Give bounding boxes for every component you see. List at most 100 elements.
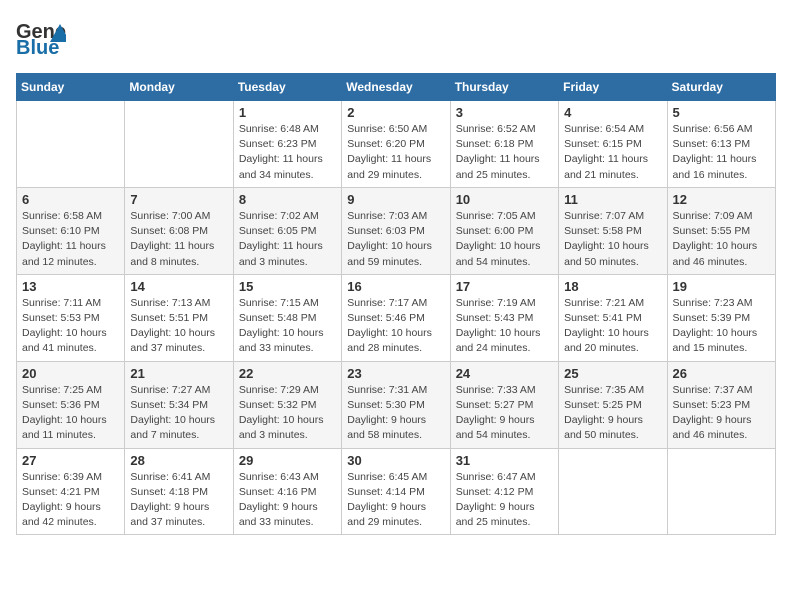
day-info: Sunrise: 6:47 AMSunset: 4:12 PMDaylight:…	[456, 470, 553, 531]
calendar-cell	[667, 448, 775, 535]
calendar-cell: 25Sunrise: 7:35 AMSunset: 5:25 PMDayligh…	[559, 361, 667, 448]
weekday-header: Friday	[559, 74, 667, 101]
calendar-cell: 13 Sunrise: 7:11 AMSunset: 5:53 PMDayligh…	[17, 274, 125, 361]
calendar-cell	[559, 448, 667, 535]
day-info: Sunrise: 7:00 AMSunset: 6:08 PMDaylight:…	[130, 209, 227, 270]
day-number: 18	[564, 279, 661, 294]
day-number: 20	[22, 366, 119, 381]
day-number: 15	[239, 279, 336, 294]
day-info: Sunrise: 6:52 AMSunset: 6:18 PMDaylight:…	[456, 122, 553, 183]
day-info: Sunrise: 7:37 AMSunset: 5:23 PMDaylight:…	[673, 383, 770, 444]
calendar-cell: 8 Sunrise: 7:02 AMSunset: 6:05 PMDaylight…	[233, 187, 341, 274]
day-number: 14	[130, 279, 227, 294]
day-number: 27	[22, 453, 119, 468]
weekday-header: Wednesday	[342, 74, 450, 101]
day-number: 28	[130, 453, 227, 468]
calendar-cell	[17, 101, 125, 188]
calendar-cell: 14 Sunrise: 7:13 AMSunset: 5:51 PMDayligh…	[125, 274, 233, 361]
day-info: Sunrise: 7:33 AMSunset: 5:27 PMDaylight:…	[456, 383, 553, 444]
calendar-week-row: 20 Sunrise: 7:25 AMSunset: 5:36 PMDayligh…	[17, 361, 776, 448]
day-info: Sunrise: 7:25 AMSunset: 5:36 PMDaylight:…	[22, 383, 119, 444]
day-info: Sunrise: 7:19 AMSunset: 5:43 PMDaylight:…	[456, 296, 553, 357]
calendar-cell: 10Sunrise: 7:05 AMSunset: 6:00 PMDayligh…	[450, 187, 558, 274]
day-number: 23	[347, 366, 444, 381]
day-info: Sunrise: 6:43 AMSunset: 4:16 PMDaylight:…	[239, 470, 336, 531]
day-info: Sunrise: 6:41 AMSunset: 4:18 PMDaylight:…	[130, 470, 227, 531]
calendar-week-row: 27 Sunrise: 6:39 AMSunset: 4:21 PMDayligh…	[17, 448, 776, 535]
calendar-cell: 28 Sunrise: 6:41 AMSunset: 4:18 PMDayligh…	[125, 448, 233, 535]
calendar-cell: 11 Sunrise: 7:07 AMSunset: 5:58 PMDayligh…	[559, 187, 667, 274]
calendar-cell: 5 Sunrise: 6:56 AMSunset: 6:13 PMDaylight…	[667, 101, 775, 188]
day-number: 19	[673, 279, 770, 294]
day-number: 22	[239, 366, 336, 381]
day-info: Sunrise: 7:35 AMSunset: 5:25 PMDaylight:…	[564, 383, 661, 444]
day-number: 2	[347, 105, 444, 120]
day-info: Sunrise: 6:56 AMSunset: 6:13 PMDaylight:…	[673, 122, 770, 183]
calendar-cell: 15 Sunrise: 7:15 AMSunset: 5:48 PMDayligh…	[233, 274, 341, 361]
day-info: Sunrise: 6:54 AMSunset: 6:15 PMDaylight:…	[564, 122, 661, 183]
day-info: Sunrise: 6:39 AMSunset: 4:21 PMDaylight:…	[22, 470, 119, 531]
calendar-cell	[125, 101, 233, 188]
day-number: 5	[673, 105, 770, 120]
day-info: Sunrise: 7:11 AMSunset: 5:53 PMDaylight:…	[22, 296, 119, 357]
calendar-cell: 23 Sunrise: 7:31 AMSunset: 5:30 PMDayligh…	[342, 361, 450, 448]
calendar-cell: 29 Sunrise: 6:43 AMSunset: 4:16 PMDayligh…	[233, 448, 341, 535]
day-number: 7	[130, 192, 227, 207]
weekday-header: Saturday	[667, 74, 775, 101]
day-number: 8	[239, 192, 336, 207]
calendar-header-row: SundayMondayTuesdayWednesdayThursdayFrid…	[17, 74, 776, 101]
day-info: Sunrise: 7:23 AMSunset: 5:39 PMDaylight:…	[673, 296, 770, 357]
day-info: Sunrise: 6:45 AMSunset: 4:14 PMDaylight:…	[347, 470, 444, 531]
day-info: Sunrise: 7:27 AMSunset: 5:34 PMDaylight:…	[130, 383, 227, 444]
calendar-cell: 16Sunrise: 7:17 AMSunset: 5:46 PMDayligh…	[342, 274, 450, 361]
day-number: 11	[564, 192, 661, 207]
day-info: Sunrise: 7:03 AMSunset: 6:03 PMDaylight:…	[347, 209, 444, 270]
day-info: Sunrise: 7:17 AMSunset: 5:46 PMDaylight:…	[347, 296, 444, 357]
calendar-cell: 26 Sunrise: 7:37 AMSunset: 5:23 PMDayligh…	[667, 361, 775, 448]
calendar-cell: 22 Sunrise: 7:29 AMSunset: 5:32 PMDayligh…	[233, 361, 341, 448]
calendar-cell: 2 Sunrise: 6:50 AMSunset: 6:20 PMDaylight…	[342, 101, 450, 188]
logo: General Blue	[16, 16, 66, 61]
weekday-header: Tuesday	[233, 74, 341, 101]
calendar-week-row: 13 Sunrise: 7:11 AMSunset: 5:53 PMDayligh…	[17, 274, 776, 361]
day-number: 29	[239, 453, 336, 468]
calendar-cell: 4 Sunrise: 6:54 AMSunset: 6:15 PMDaylight…	[559, 101, 667, 188]
weekday-header: Monday	[125, 74, 233, 101]
day-info: Sunrise: 7:02 AMSunset: 6:05 PMDaylight:…	[239, 209, 336, 270]
day-info: Sunrise: 7:31 AMSunset: 5:30 PMDaylight:…	[347, 383, 444, 444]
weekday-header: Thursday	[450, 74, 558, 101]
calendar-week-row: 1 Sunrise: 6:48 AMSunset: 6:23 PMDaylight…	[17, 101, 776, 188]
weekday-header: Sunday	[17, 74, 125, 101]
page-header: General Blue	[16, 16, 776, 61]
day-number: 30	[347, 453, 444, 468]
day-info: Sunrise: 7:13 AMSunset: 5:51 PMDaylight:…	[130, 296, 227, 357]
logo-icon: General Blue	[16, 16, 66, 61]
day-number: 1	[239, 105, 336, 120]
calendar-cell: 27 Sunrise: 6:39 AMSunset: 4:21 PMDayligh…	[17, 448, 125, 535]
calendar-table: SundayMondayTuesdayWednesdayThursdayFrid…	[16, 73, 776, 535]
day-number: 13	[22, 279, 119, 294]
calendar-cell: 1 Sunrise: 6:48 AMSunset: 6:23 PMDaylight…	[233, 101, 341, 188]
day-info: Sunrise: 6:50 AMSunset: 6:20 PMDaylight:…	[347, 122, 444, 183]
day-number: 6	[22, 192, 119, 207]
day-info: Sunrise: 6:48 AMSunset: 6:23 PMDaylight:…	[239, 122, 336, 183]
calendar-cell: 9Sunrise: 7:03 AMSunset: 6:03 PMDaylight…	[342, 187, 450, 274]
calendar-cell: 31 Sunrise: 6:47 AMSunset: 4:12 PMDayligh…	[450, 448, 558, 535]
day-info: Sunrise: 7:21 AMSunset: 5:41 PMDaylight:…	[564, 296, 661, 357]
calendar-cell: 24Sunrise: 7:33 AMSunset: 5:27 PMDayligh…	[450, 361, 558, 448]
calendar-cell: 19 Sunrise: 7:23 AMSunset: 5:39 PMDayligh…	[667, 274, 775, 361]
calendar-cell: 6 Sunrise: 6:58 AMSunset: 6:10 PMDaylight…	[17, 187, 125, 274]
day-info: Sunrise: 7:05 AMSunset: 6:00 PMDaylight:…	[456, 209, 553, 270]
day-number: 26	[673, 366, 770, 381]
day-number: 4	[564, 105, 661, 120]
day-info: Sunrise: 7:07 AMSunset: 5:58 PMDaylight:…	[564, 209, 661, 270]
day-number: 12	[673, 192, 770, 207]
day-number: 17	[456, 279, 553, 294]
day-info: Sunrise: 7:15 AMSunset: 5:48 PMDaylight:…	[239, 296, 336, 357]
day-info: Sunrise: 7:29 AMSunset: 5:32 PMDaylight:…	[239, 383, 336, 444]
day-info: Sunrise: 6:58 AMSunset: 6:10 PMDaylight:…	[22, 209, 119, 270]
calendar-cell: 18 Sunrise: 7:21 AMSunset: 5:41 PMDayligh…	[559, 274, 667, 361]
calendar-cell: 3Sunrise: 6:52 AMSunset: 6:18 PMDaylight…	[450, 101, 558, 188]
day-number: 31	[456, 453, 553, 468]
day-info: Sunrise: 7:09 AMSunset: 5:55 PMDaylight:…	[673, 209, 770, 270]
